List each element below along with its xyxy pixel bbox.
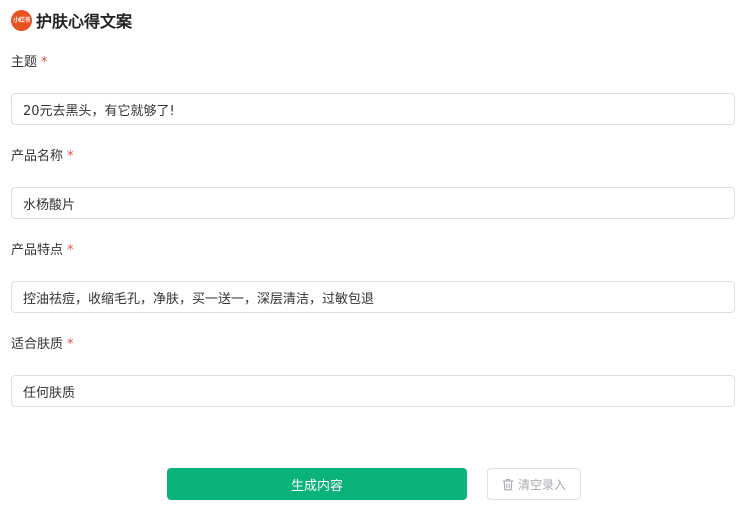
required-mark: * (67, 337, 74, 352)
clear-button[interactable]: 清空录入 (487, 468, 581, 500)
required-mark: * (67, 149, 74, 164)
field-label-product-features: 产品特点 * (11, 243, 74, 258)
generate-button[interactable]: 生成内容 (167, 468, 467, 500)
topic-input[interactable] (11, 93, 735, 125)
field-label-topic: 主题 * (11, 55, 48, 70)
skin-type-input[interactable] (11, 375, 735, 407)
page-title: 护肤心得文案 (36, 12, 133, 31)
clear-button-label: 清空录入 (517, 477, 566, 492)
required-mark: * (67, 243, 74, 258)
product-features-input[interactable] (11, 281, 735, 313)
field-label-product-name: 产品名称 * (11, 149, 74, 164)
required-mark: * (41, 55, 48, 70)
trash-icon (502, 478, 513, 490)
app-header: 小红书 护肤心得文案 (11, 9, 132, 31)
logo: 小红书 (11, 9, 32, 31)
field-label-skin-type: 适合肤质 * (11, 337, 74, 352)
product-name-input[interactable] (11, 187, 735, 219)
